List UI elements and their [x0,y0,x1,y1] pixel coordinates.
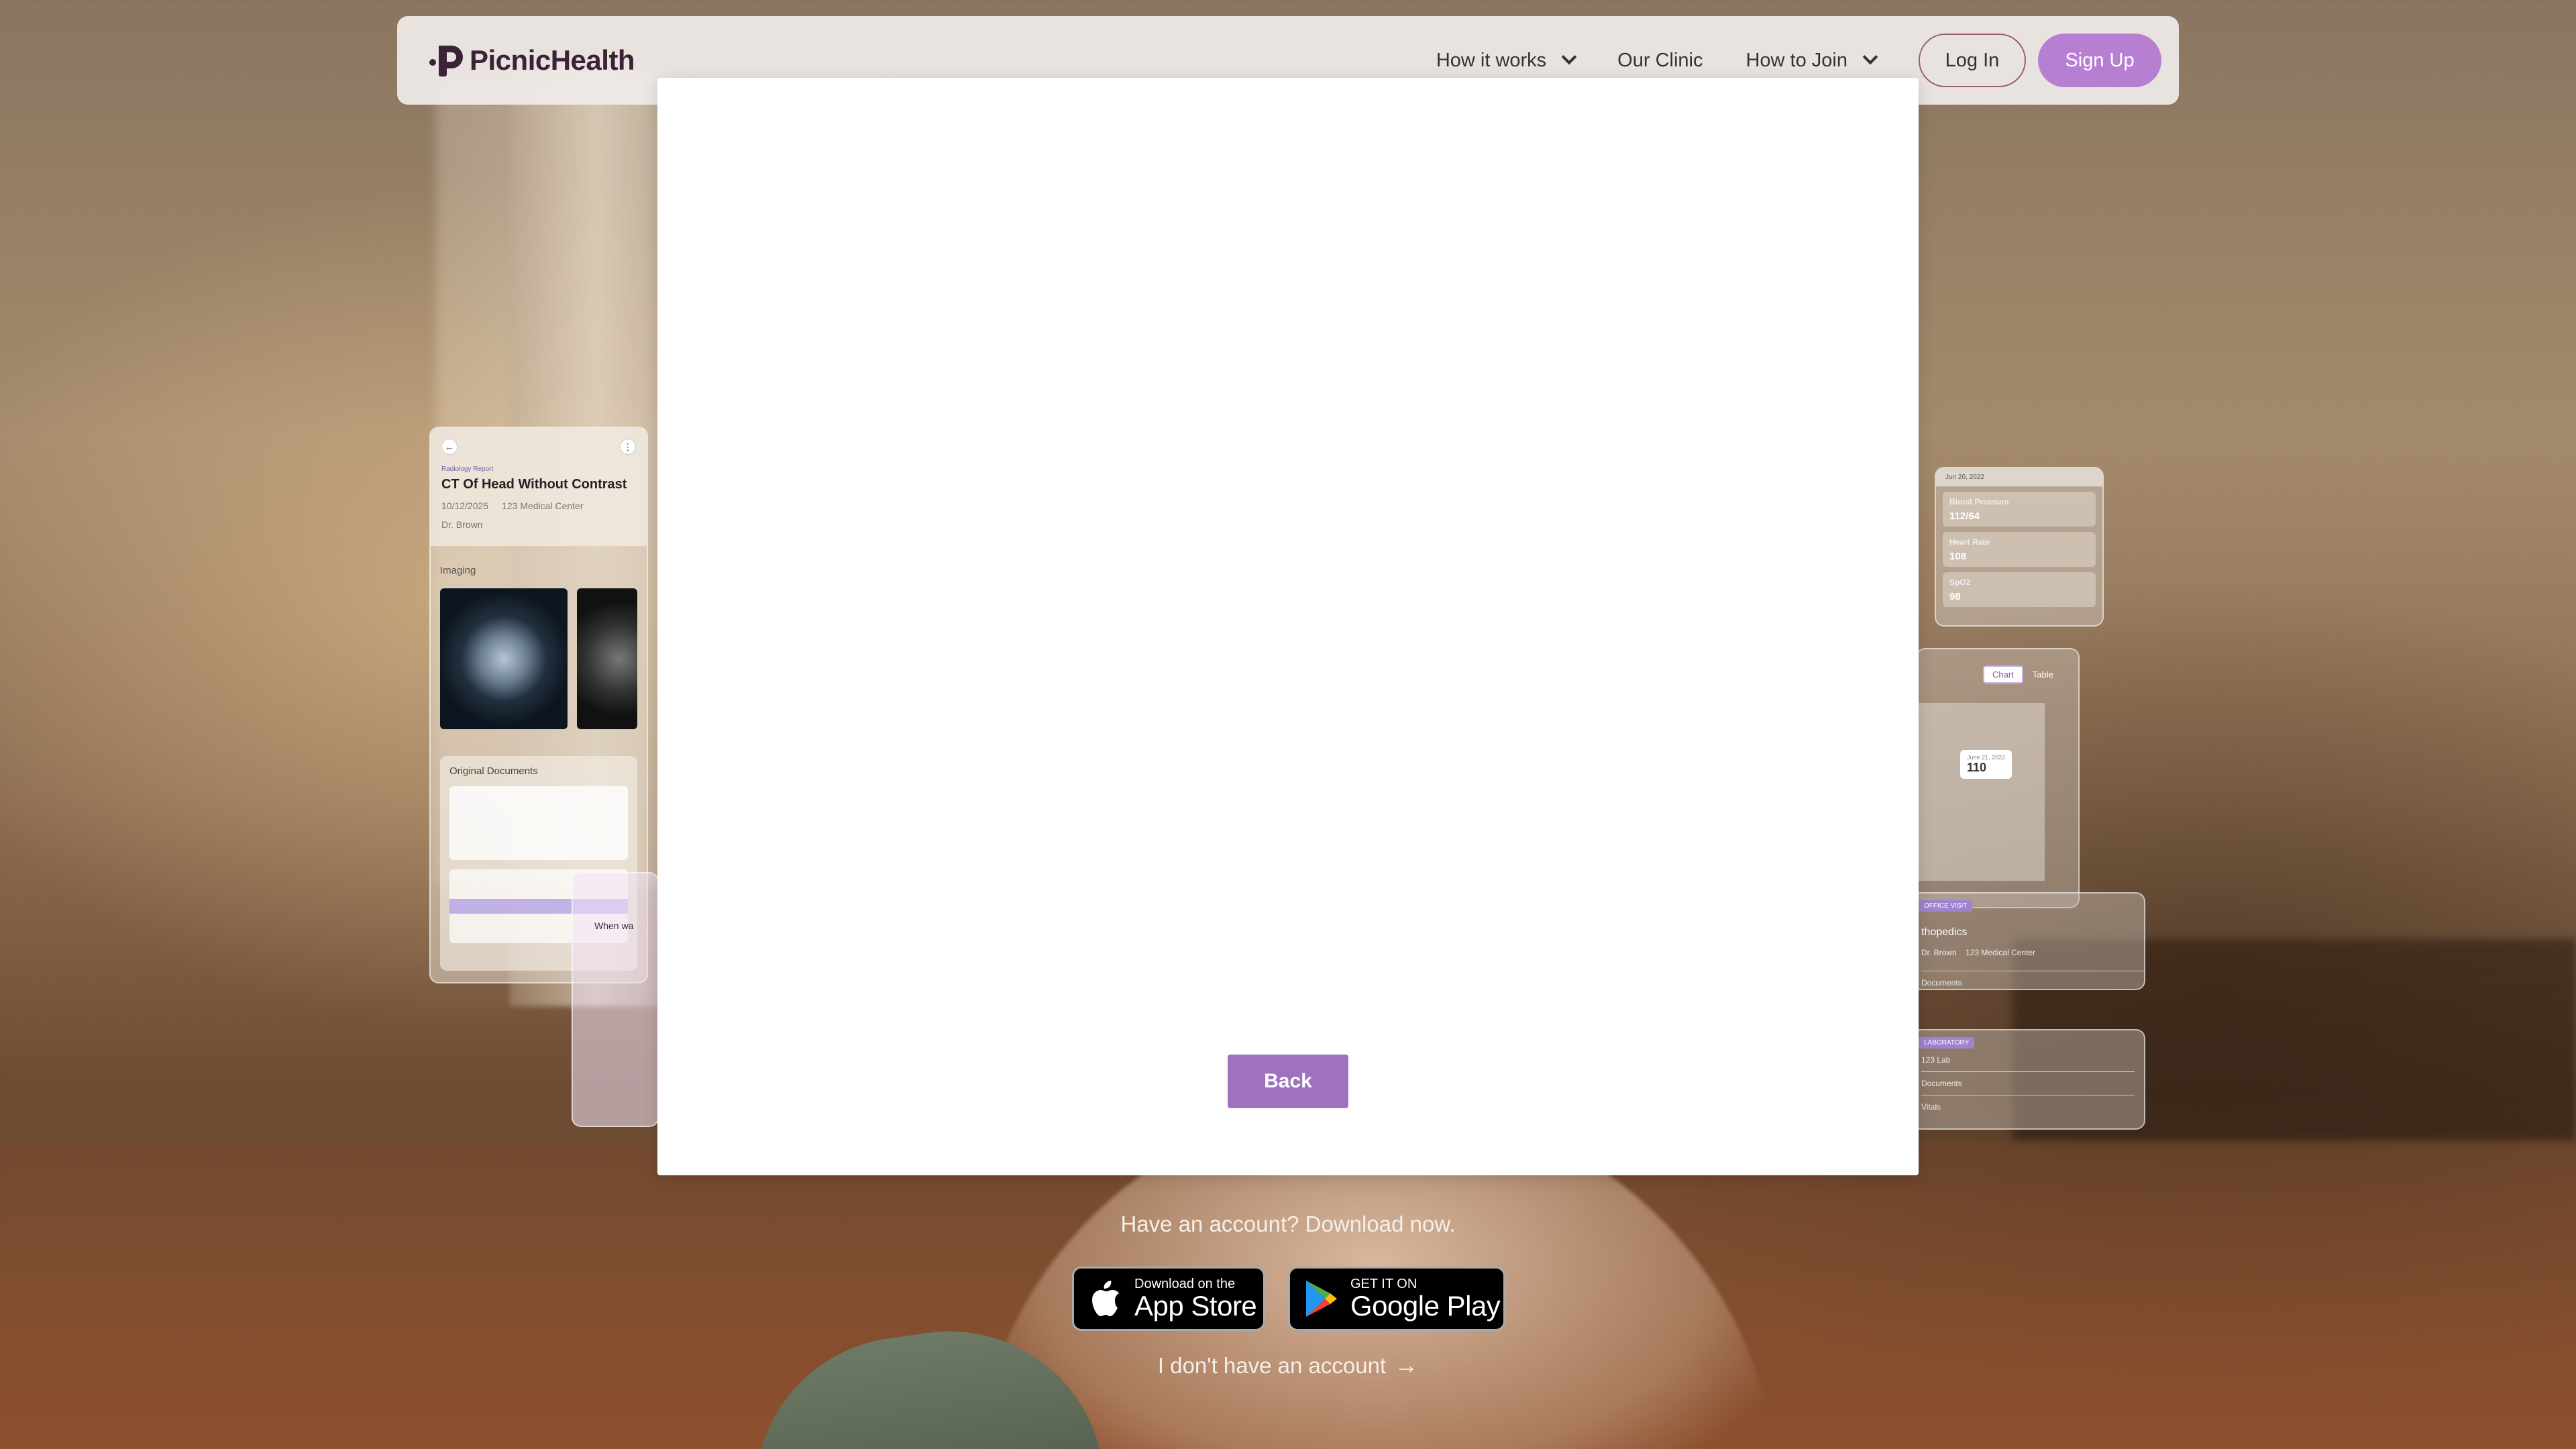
office-visit-title: thopedics [1921,926,1968,938]
app-store-buttons: Download on the App Store GET IT ON Goog… [1072,1267,1505,1331]
background-yoga-mat [735,1311,1103,1449]
vital-item: SpO2 98 [1943,572,2096,607]
more-icon: ⋮ [620,439,636,455]
google-play-small-text: GET IT ON [1350,1277,1417,1291]
app-store-small-text: Download on the [1134,1277,1236,1291]
picnichealth-logo-icon [429,42,467,79]
chart-tab: Chart [1983,665,2023,684]
signup-button[interactable]: Sign Up [2038,34,2161,87]
original-documents-label: Original Documents [449,765,538,777]
apple-icon [1086,1277,1124,1320]
google-play-button[interactable]: GET IT ON Google Play [1288,1267,1505,1331]
nav-how-it-works[interactable]: How it works [1436,49,1577,72]
laboratory-vitals: Vitals [1921,1095,2135,1118]
ct-report-header: ← ⋮ Radiology Report CT Of Head Without … [431,428,647,546]
laboratory-documents: Documents [1921,1071,2135,1095]
ct-report-location: 123 Medical Center [502,500,584,511]
laboratory-name: 123 Lab [1921,1055,1951,1065]
chevron-down-icon [1862,49,1878,65]
nav-our-clinic[interactable]: Our Clinic [1617,50,1703,72]
brand-logo[interactable]: PicnicHealth [429,42,635,79]
brand-name: PicnicHealth [470,44,635,76]
google-play-big-text: Google Play [1350,1290,1501,1322]
chart-tooltip: June 21, 2022 110 [1960,750,2012,779]
office-visit-location: 123 Medical Center [1966,948,2036,957]
ct-report-doctor: Dr. Brown [441,519,483,530]
back-button[interactable]: Back [1228,1055,1348,1108]
laboratory-badge: LABORATORY [1919,1037,1975,1049]
heart-rate-chart-card: Chart Table June 21, 2022 110 [1916,648,2080,908]
vitals-card: Jun 20, 2022 Blood Pressure 112/64 Heart… [1935,467,2104,627]
brain-scan-image [440,588,568,729]
back-arrow-icon: ← [441,439,458,455]
modal-dialog: Back [657,78,1919,1175]
ct-report-date: 10/12/2025 [441,500,489,511]
login-button[interactable]: Log In [1919,34,2026,87]
imaging-label: Imaging [440,565,476,576]
chat-question: When wa [594,920,634,931]
vital-item: Blood Pressure 112/64 [1943,492,2096,527]
nav-how-to-join[interactable]: How to Join [1746,49,1878,72]
ct-report-title: CT Of Head Without Contrast [441,477,627,492]
download-prompt: Have an account? Download now. [1120,1212,1456,1236]
vitals-date: Jun 20, 2022 [1936,468,2102,486]
chart-area [1917,703,2045,881]
app-store-button[interactable]: Download on the App Store [1072,1267,1265,1331]
table-tab: Table [2032,669,2053,680]
document-thumbnail [449,786,628,860]
arrow-right-icon: → [1394,1351,1419,1379]
app-store-big-text: App Store [1134,1290,1257,1322]
office-visit-documents: Documents [1921,971,2144,987]
skull-scan-image [576,588,637,729]
vital-item: Heart Rate 108 [1943,532,2096,567]
chat-card: When wa [572,872,659,1127]
ct-report-type: Radiology Report [441,466,494,473]
chevron-down-icon [1561,49,1577,65]
office-visit-doctor: Dr. Brown [1921,948,1957,957]
office-visit-card: OFFICE VISIT thopedics Dr. Brown 123 Med… [1911,892,2145,990]
no-account-link[interactable]: I don't have an account → [0,1351,2576,1379]
google-play-icon [1302,1277,1340,1320]
laboratory-card: LABORATORY 123 Lab Documents Vitals [1911,1029,2145,1130]
office-visit-badge: OFFICE VISIT [1919,900,1973,912]
